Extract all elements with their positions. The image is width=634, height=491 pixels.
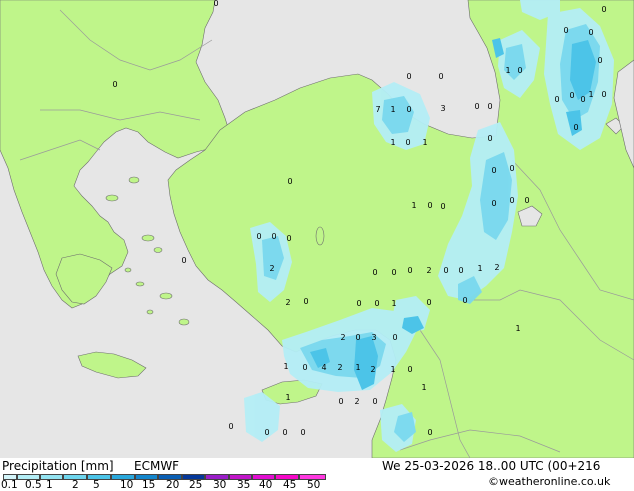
precip-value-label: 0 <box>374 299 379 308</box>
map-footer: Precipitation [mm] ECMWF We 25-03-2026 1… <box>0 458 634 491</box>
precip-value-label: 1 <box>421 383 426 392</box>
colorbar-label: 30 <box>213 479 227 491</box>
precipitation-map: 00 0000 00101 00 0 007 1 0 3 0 0001 10 001 0 0 0 0 020 0 00… <box>0 0 634 458</box>
precip-value-label: 1 <box>390 138 395 147</box>
colorbar-label: 45 <box>283 479 297 491</box>
precip-value-label: 1 <box>390 365 395 374</box>
precip-value-label: 4 <box>321 363 326 372</box>
precip-value-label: 0 <box>443 266 448 275</box>
precip-value-label: 0 <box>487 134 492 143</box>
footer-model: ECMWF <box>134 459 180 473</box>
precip-value-label: 0 <box>580 95 585 104</box>
footer-title: Precipitation [mm] <box>2 459 114 473</box>
precip-value-label: 1 <box>588 90 593 99</box>
precip-value-label: 0 <box>181 256 186 265</box>
precip-value-label: 0 <box>462 296 467 305</box>
precip-value-label: 2 <box>285 298 290 307</box>
precip-value-label: 0 <box>372 397 377 406</box>
precip-value-label: 0 <box>355 333 360 342</box>
precip-value-label: 0 <box>474 102 479 111</box>
precip-value-label: 0 <box>509 164 514 173</box>
colorbar-label: 40 <box>259 479 273 491</box>
colorbar-label: 2 <box>72 479 79 491</box>
colorbar-label: 35 <box>237 479 251 491</box>
precip-value-label: 0 <box>300 428 305 437</box>
precip-value-label: 0 <box>302 363 307 372</box>
precip-value-label: 0 <box>458 266 463 275</box>
precip-value-label: 0 <box>286 234 291 243</box>
colorbar-label: 0.1 <box>1 479 18 491</box>
precip-value-label: 0 <box>427 201 432 210</box>
colorbar-label: 1 <box>46 479 53 491</box>
colorbar-label: 50 <box>307 479 321 491</box>
precip-value-label: 0 <box>287 177 292 186</box>
precip-value-label: 0 <box>588 28 593 37</box>
precip-value-label: 0 <box>228 422 233 431</box>
precip-value-label: 3 <box>440 104 445 113</box>
precip-value-label: 0 <box>491 199 496 208</box>
precip-value-label: 2 <box>354 397 359 406</box>
precip-value-label: 2 <box>370 365 375 374</box>
precip-value-label: 0 <box>271 232 276 241</box>
precip-value-label: 0 <box>597 56 602 65</box>
colorbar-label: 5 <box>93 479 100 491</box>
precip-value-label: 0 <box>391 268 396 277</box>
precip-value-label: 1 <box>505 66 510 75</box>
precip-value-label: 1 <box>411 201 416 210</box>
precip-value-label: 1 <box>422 138 427 147</box>
precip-value-label: 0 <box>372 268 377 277</box>
precip-value-label: 2 <box>340 333 345 342</box>
precip-value-label: 1 <box>515 324 520 333</box>
precip-value-label: 0 <box>407 365 412 374</box>
precip-value-label: 0 <box>524 196 529 205</box>
colorbar-label: 20 <box>166 479 180 491</box>
precip-value-label: 0 <box>601 5 606 14</box>
precip-value-label: 0 <box>487 102 492 111</box>
precip-value-label: 0 <box>517 66 522 75</box>
precip-value-label: 1 <box>283 362 288 371</box>
precip-value-label: 2 <box>337 363 342 372</box>
precip-value-label: 1 <box>390 105 395 114</box>
precip-value-label: 0 <box>563 26 568 35</box>
precip-value-label: 0 <box>554 95 559 104</box>
precip-value-label: 0 <box>356 299 361 308</box>
precip-value-label: 0 <box>426 298 431 307</box>
precip-value-label: 1 <box>391 299 396 308</box>
precip-value-label: 0 <box>573 123 578 132</box>
precip-value-label: 2 <box>269 264 274 273</box>
precip-value-label: 0 <box>256 232 261 241</box>
precip-value-label: 2 <box>494 263 499 272</box>
precip-value-label: 0 <box>405 138 410 147</box>
precip-value-label: 0 <box>213 0 218 8</box>
precip-value-label: 0 <box>303 297 308 306</box>
precip-value-label: 3 <box>371 333 376 342</box>
precip-value-label: 0 <box>338 397 343 406</box>
precip-value-label: 0 <box>264 428 269 437</box>
footer-datetime: We 25-03-2026 18..00 UTC (00+216 <box>382 459 601 473</box>
precip-value-label: 0 <box>112 80 117 89</box>
precip-value-label: 0 <box>406 105 411 114</box>
precip-value-label: 0 <box>392 333 397 342</box>
precip-value-label: 0 <box>438 72 443 81</box>
precip-value-label: 1 <box>285 393 290 402</box>
colorbar-label: 15 <box>142 479 156 491</box>
precip-value-label: 0 <box>491 166 496 175</box>
precip-value-label: 1 <box>477 264 482 273</box>
colorbar-labels: 0.1 0.5 1 2 5 10 15 20 25 30 35 40 45 50 <box>0 479 330 491</box>
precip-value-label: 0 <box>601 90 606 99</box>
colorbar-label: 10 <box>120 479 134 491</box>
colorbar-label: 25 <box>189 479 203 491</box>
precip-value-label: 0 <box>440 202 445 211</box>
precip-value-label: 0 <box>569 91 574 100</box>
colorbar-label: 0.5 <box>25 479 42 491</box>
precip-value-label: 2 <box>426 266 431 275</box>
precip-value-label: 0 <box>406 72 411 81</box>
footer-credit: ©weatheronline.co.uk <box>488 475 611 488</box>
precip-value-label: 0 <box>282 428 287 437</box>
precip-value-label: 0 <box>509 196 514 205</box>
precip-value-label: 0 <box>407 266 412 275</box>
precip-value-label: 0 <box>427 428 432 437</box>
precip-value-label: 1 <box>355 363 360 372</box>
precip-value-label: 7 <box>375 105 380 114</box>
